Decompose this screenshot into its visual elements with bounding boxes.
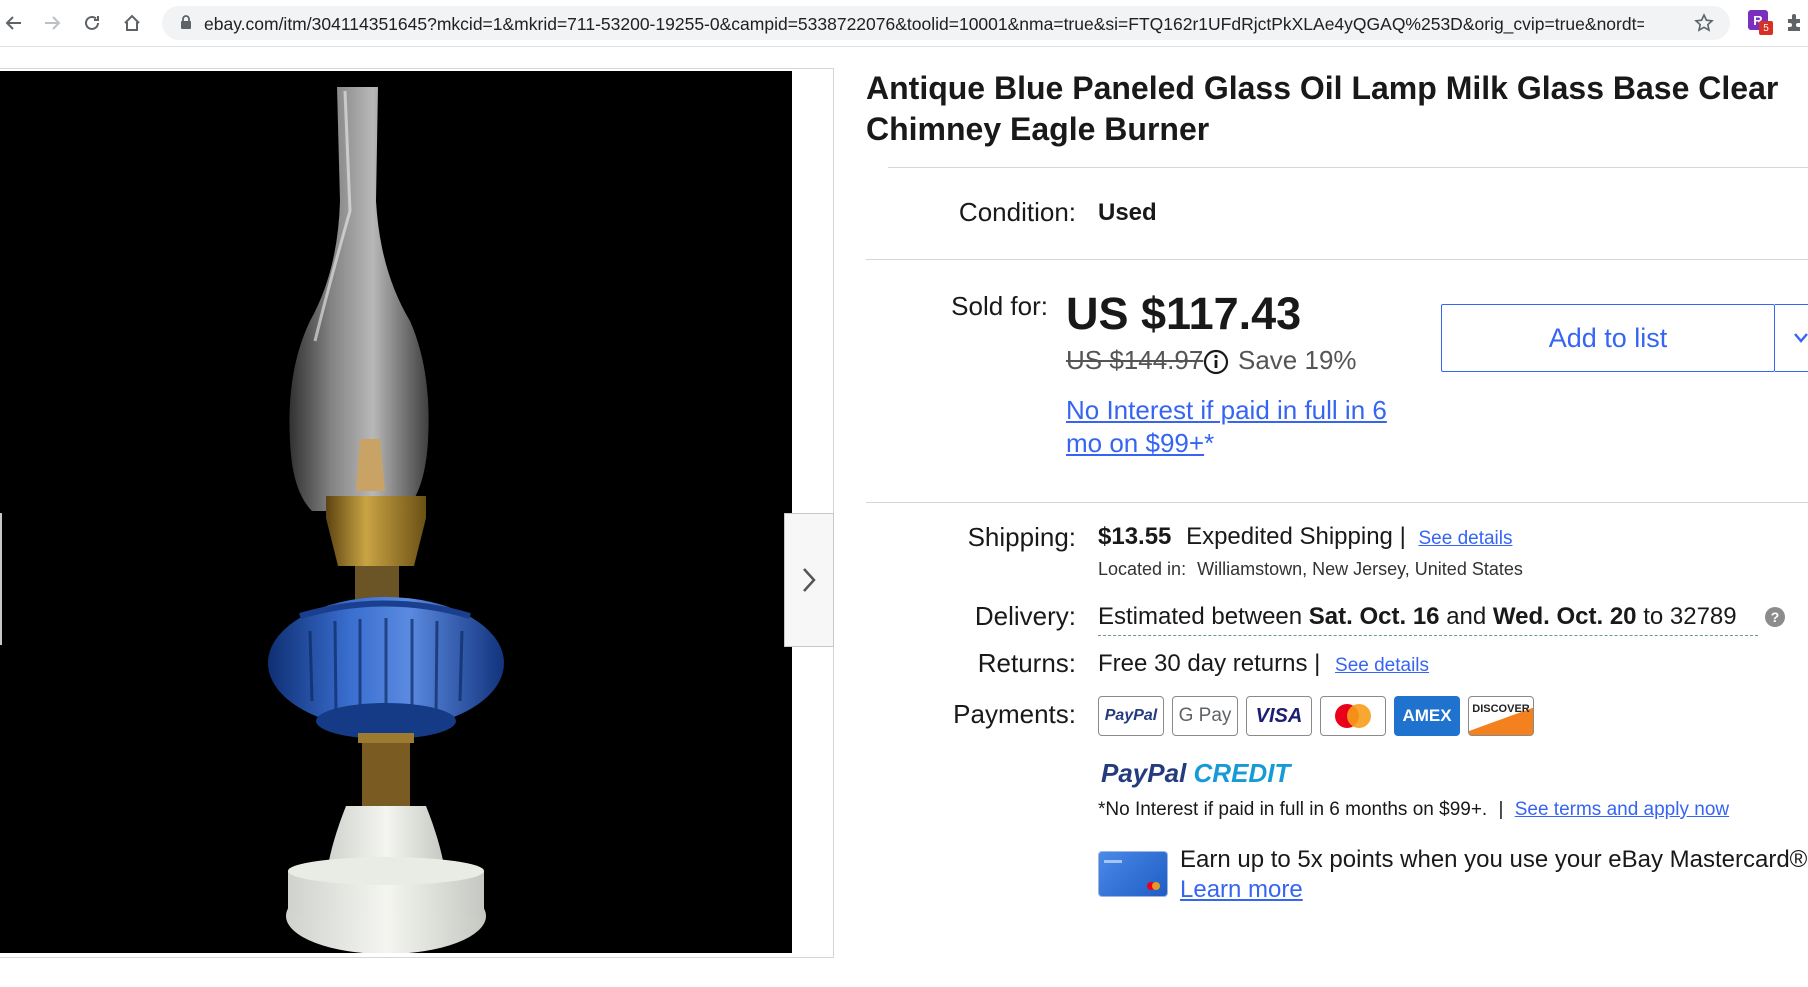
url-text[interactable]: ebay.com/itm/304114351645?mkcid=1&mkrid=… [204,14,1644,35]
prev-arrow-edge[interactable] [0,513,2,645]
extensions-puzzle-icon[interactable] [1784,12,1806,34]
discover-logo: DISCOVER [1468,696,1534,736]
divider [866,259,1808,260]
info-icon[interactable] [1203,349,1229,375]
returns-text: Free 30 day returns | [1098,650,1321,677]
original-price: US $144.97 [1066,345,1204,375]
shipping-line: $13.55 Expedited Shipping | See details [1098,523,1513,551]
returns-see-details-link[interactable]: See details [1335,655,1429,676]
forward-arrow-icon [45,16,61,30]
reload-button[interactable] [78,9,106,37]
mastercard-promo: Earn up to 5x points when you use your e… [1180,845,1807,905]
credit-note-separator: | [1498,799,1504,820]
product-image[interactable] [0,71,792,953]
shipping-label: Shipping: [967,522,1076,552]
no-interest-link[interactable]: No Interest if paid in full in 6 mo on $… [1066,394,1426,460]
paypal-logo: PayPal [1098,696,1164,736]
condition-value: Used [1098,199,1157,226]
delivery-zip: to 32789 [1643,603,1737,630]
returns-label: Returns: [977,648,1076,678]
payments-label: Payments: [953,699,1076,729]
see-terms-link[interactable]: See terms and apply now [1515,799,1729,820]
no-interest-link-text[interactable]: No Interest if paid in full in 6 mo on $… [1066,395,1387,458]
returns-line: Free 30 day returns | See details [1098,650,1429,678]
credit-card-icon [1104,860,1160,890]
add-to-list-button[interactable]: Add to list [1441,304,1775,372]
paypal-credit-note: *No Interest if paid in full in 6 months… [1098,799,1729,821]
delivery-start-date: Sat. Oct. 16 [1308,603,1440,630]
visa-logo: VISA [1246,696,1312,736]
paypal-credit-logo: PayPal CREDIT [1101,758,1291,788]
shipping-method: Expedited Shipping | [1186,523,1406,550]
condition-label: Condition: [958,197,1076,227]
save-percent: Save 19% [1238,345,1357,375]
oil-lamp-photo [268,87,504,953]
mastercard-logo: Mastercard [1320,696,1386,736]
add-to-list-label: Add to list [1548,322,1668,353]
reload-icon [85,15,99,30]
delivery-prefix: Estimated between [1098,603,1303,630]
shipping-see-details-link[interactable]: See details [1418,528,1512,549]
delivery-label: Delivery: [974,601,1076,631]
bookmark-star-icon[interactable] [1694,13,1714,33]
next-image-button[interactable] [784,513,834,647]
credit-note-text: *No Interest if paid in full in 6 months… [1098,799,1488,820]
browser-toolbar: ebay.com/itm/304114351645?mkcid=1&mkrid=… [0,0,1808,47]
mastercard-promo-text: Earn up to 5x points when you use your e… [1180,846,1808,873]
back-arrow-icon [5,16,21,30]
image-gallery [0,68,834,958]
delivery-and: and [1446,603,1487,630]
item-title: Antique Blue Paneled Glass Oil Lamp Milk… [866,70,1779,147]
google-pay-logo: G Pay [1172,696,1238,736]
extension-badge: 5 [1759,21,1773,35]
delivery-estimate: Estimated between Sat. Oct. 16 and Wed. … [1098,603,1758,636]
location-value: Williamstown, New Jersey, United States [1197,559,1523,579]
back-button[interactable] [0,9,28,37]
sold-price: US $117.43 [1066,288,1302,339]
add-to-list-dropdown[interactable] [1775,304,1808,372]
chevron-down-icon [1794,333,1808,343]
ebay-mastercard-image [1098,851,1168,897]
chevron-right-icon [803,568,816,592]
address-bar[interactable]: ebay.com/itm/304114351645?mkcid=1&mkrid=… [162,6,1730,40]
home-icon [124,14,140,31]
delivery-end-date: Wed. Oct. 20 [1492,603,1637,630]
lock-icon[interactable] [180,15,192,30]
shipping-cost: $13.55 [1098,523,1172,550]
located-in-label: Located in: [1098,559,1187,579]
location-line: Located in: Williamstown, New Jersey, Un… [1098,559,1523,580]
divider [888,167,1808,168]
forward-button[interactable] [38,9,66,37]
delivery-help-icon[interactable]: ? [1765,607,1785,627]
divider [866,502,1808,503]
home-button[interactable] [118,9,146,37]
learn-more-link[interactable]: Learn more [1180,875,1807,905]
no-interest-asterisk: * [1204,428,1215,458]
sold-for-label: Sold for: [951,291,1048,321]
extension-icon[interactable]: R 5 [1748,10,1774,36]
amex-logo: AMEX [1394,696,1460,736]
